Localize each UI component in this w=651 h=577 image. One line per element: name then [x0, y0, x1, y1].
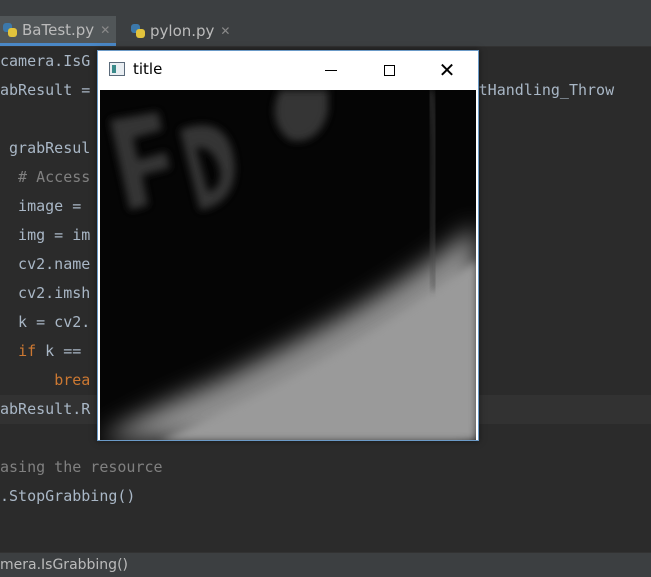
app-icon — [109, 62, 125, 76]
tab-label: pylon.py — [150, 22, 215, 40]
code-token: k = cv2. — [0, 313, 91, 331]
maximize-icon — [383, 64, 395, 76]
minimize-button[interactable] — [308, 51, 354, 89]
code-token: abResult = — [0, 81, 91, 99]
close-tab-icon[interactable]: ✕ — [220, 24, 230, 38]
editor-tab-bar: BaTest.py ✕ pylon.py ✕ — [0, 16, 651, 47]
code-token: grabResul — [0, 139, 91, 157]
code-token: abResult.R — [0, 400, 91, 418]
tab-label: BaTest.py — [22, 20, 95, 39]
camera-frame — [100, 90, 476, 440]
code-line[interactable]: asing the resource — [0, 453, 651, 482]
minimize-icon — [325, 69, 337, 71]
window-titlebar[interactable]: title ✕ — [98, 51, 478, 89]
code-token: cv2.imsh — [0, 284, 91, 302]
camera-image — [100, 90, 476, 440]
code-line[interactable]: .StopGrabbing() — [0, 482, 651, 511]
breadcrumb-bar: mera.IsGrabbing() — [0, 552, 651, 577]
tab-pylon[interactable]: pylon.py ✕ — [128, 16, 244, 46]
opencv-window[interactable]: title ✕ — [97, 50, 479, 441]
code-token: img = im — [0, 226, 91, 244]
code-token: asing the resource — [0, 458, 163, 476]
code-token: if — [18, 342, 37, 360]
top-strip — [0, 0, 651, 16]
code-token: camera.IsG — [0, 52, 91, 70]
code-token: image = — [0, 197, 91, 215]
code-token: .StopGrabbing() — [0, 487, 136, 505]
window-title: title — [133, 60, 163, 78]
close-tab-icon[interactable]: ✕ — [100, 23, 110, 37]
code-token: k == — [36, 342, 82, 360]
close-button[interactable]: ✕ — [424, 51, 470, 89]
code-token: cv2.name — [0, 255, 91, 273]
tab-batest[interactable]: BaTest.py ✕ — [0, 16, 116, 46]
python-file-icon — [2, 22, 18, 38]
code-token: # Access — [0, 168, 91, 186]
close-icon: ✕ — [438, 58, 456, 82]
code-token: brea — [54, 371, 91, 389]
breadcrumb[interactable]: mera.IsGrabbing() — [0, 557, 128, 573]
python-file-icon — [130, 23, 146, 39]
maximize-button[interactable] — [366, 51, 412, 89]
